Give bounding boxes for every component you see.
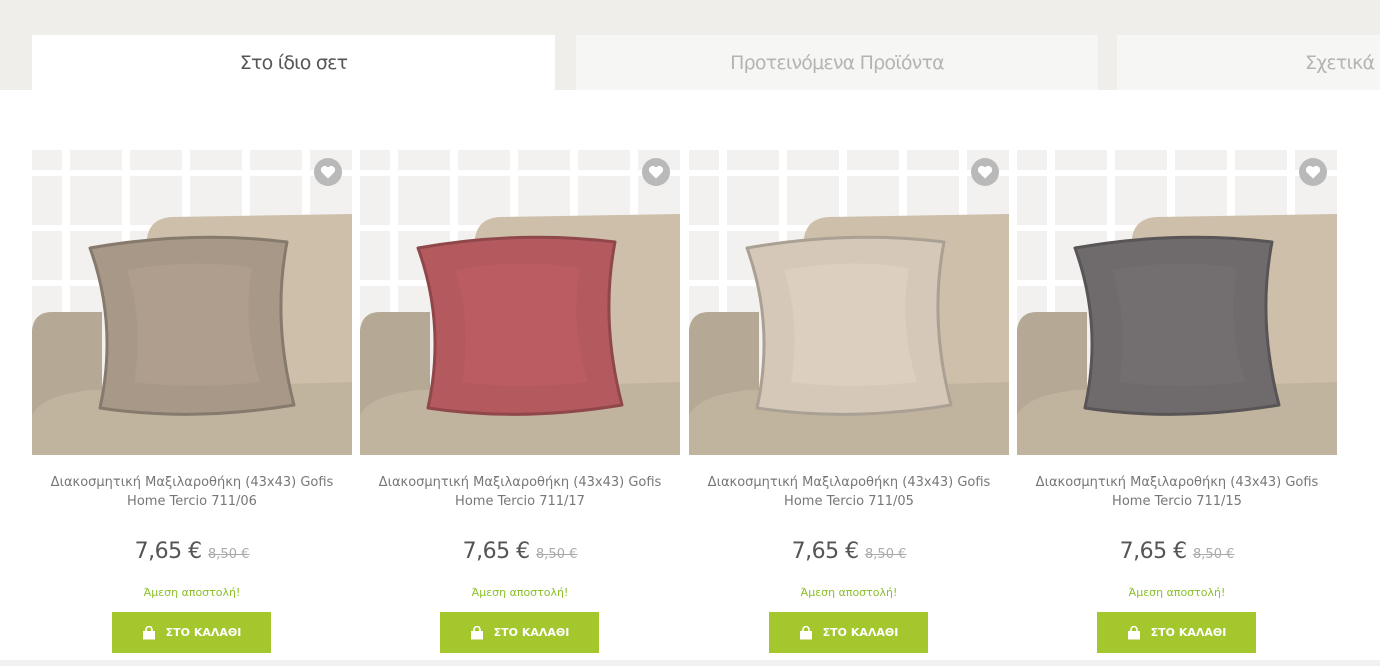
product-image[interactable] (360, 150, 680, 455)
product-image[interactable] (32, 150, 352, 455)
price-row: 7,65 € 8,50 € (689, 539, 1009, 564)
price-row: 7,65 € 8,50 € (360, 539, 680, 564)
product-photo (1017, 150, 1337, 455)
tab-related-products[interactable]: Σχετικά Π (1117, 35, 1380, 90)
add-to-cart-label: ΣΤΟ ΚΑΛΑΘΙ (493, 626, 570, 639)
price-row: 7,65 € 8,50 € (1017, 539, 1337, 564)
old-price: 8,50 € (208, 547, 250, 562)
add-to-cart-label: ΣΤΟ ΚΑΛΑΘΙ (165, 626, 242, 639)
shopping-bag-icon (799, 625, 812, 639)
tab-recommended-products[interactable]: Προτεινόμενα Προϊόντα (576, 35, 1098, 90)
product-title[interactable]: Διακοσμητική Μαξιλαροθήκη (43x43) Gofis … (1017, 473, 1337, 511)
product-image[interactable] (1017, 150, 1337, 455)
add-to-cart-label: ΣΤΟ ΚΑΛΑΘΙ (1150, 626, 1227, 639)
current-price: 7,65 € (134, 539, 202, 564)
product-title[interactable]: Διακοσμητική Μαξιλαροθήκη (43x43) Gofis … (32, 473, 352, 511)
add-to-cart-button[interactable]: ΣΤΟ ΚΑΛΑΘΙ (1097, 612, 1256, 653)
old-price: 8,50 € (1193, 547, 1235, 562)
product-photo (32, 150, 352, 455)
shopping-bag-icon (470, 625, 483, 639)
shipping-status: Άμεση αποστολή! (1128, 586, 1226, 599)
add-to-cart-label: ΣΤΟ ΚΑΛΑΘΙ (822, 626, 899, 639)
product-card: Διακοσμητική Μαξιλαροθήκη (43x43) Gofis … (32, 150, 352, 660)
shopping-bag-icon (1127, 625, 1140, 639)
add-to-cart-button[interactable]: ΣΤΟ ΚΑΛΑΘΙ (440, 612, 599, 653)
product-title[interactable]: Διακοσμητική Μαξιλαροθήκη (43x43) Gofis … (689, 473, 1009, 511)
current-price: 7,65 € (462, 539, 530, 564)
product-image[interactable] (689, 150, 1009, 455)
product-card: Διακοσμητική Μαξιλαροθήκη (43x43) Gofis … (689, 150, 1009, 660)
wishlist-heart-icon[interactable] (971, 158, 999, 186)
add-to-cart-button[interactable]: ΣΤΟ ΚΑΛΑΘΙ (112, 612, 271, 653)
current-price: 7,65 € (1119, 539, 1187, 564)
wishlist-heart-icon[interactable] (642, 158, 670, 186)
section-divider (0, 660, 1380, 666)
add-to-cart-button[interactable]: ΣΤΟ ΚΑΛΑΘΙ (769, 612, 928, 653)
wishlist-heart-icon[interactable] (314, 158, 342, 186)
product-card: Διακοσμητική Μαξιλαροθήκη (43x43) Gofis … (1017, 150, 1337, 660)
price-row: 7,65 € 8,50 € (32, 539, 352, 564)
product-carousel: Διακοσμητική Μαξιλαροθήκη (43x43) Gofis … (0, 150, 1380, 660)
old-price: 8,50 € (536, 547, 578, 562)
wishlist-heart-icon[interactable] (1299, 158, 1327, 186)
product-photo (689, 150, 1009, 455)
current-price: 7,65 € (791, 539, 859, 564)
shipping-status: Άμεση αποστολή! (471, 586, 569, 599)
shipping-status: Άμεση αποστολή! (800, 586, 898, 599)
product-tabs: Στο ίδιο σετ Προτεινόμενα Προϊόντα Σχετι… (0, 0, 1380, 90)
product-photo (360, 150, 680, 455)
shopping-bag-icon (142, 625, 155, 639)
product-card: Διακοσμητική Μαξιλαροθήκη (43x43) Gofis … (360, 150, 680, 660)
tab-same-set[interactable]: Στο ίδιο σετ (32, 35, 555, 90)
old-price: 8,50 € (865, 547, 907, 562)
shipping-status: Άμεση αποστολή! (143, 586, 241, 599)
product-title[interactable]: Διακοσμητική Μαξιλαροθήκη (43x43) Gofis … (360, 473, 680, 511)
